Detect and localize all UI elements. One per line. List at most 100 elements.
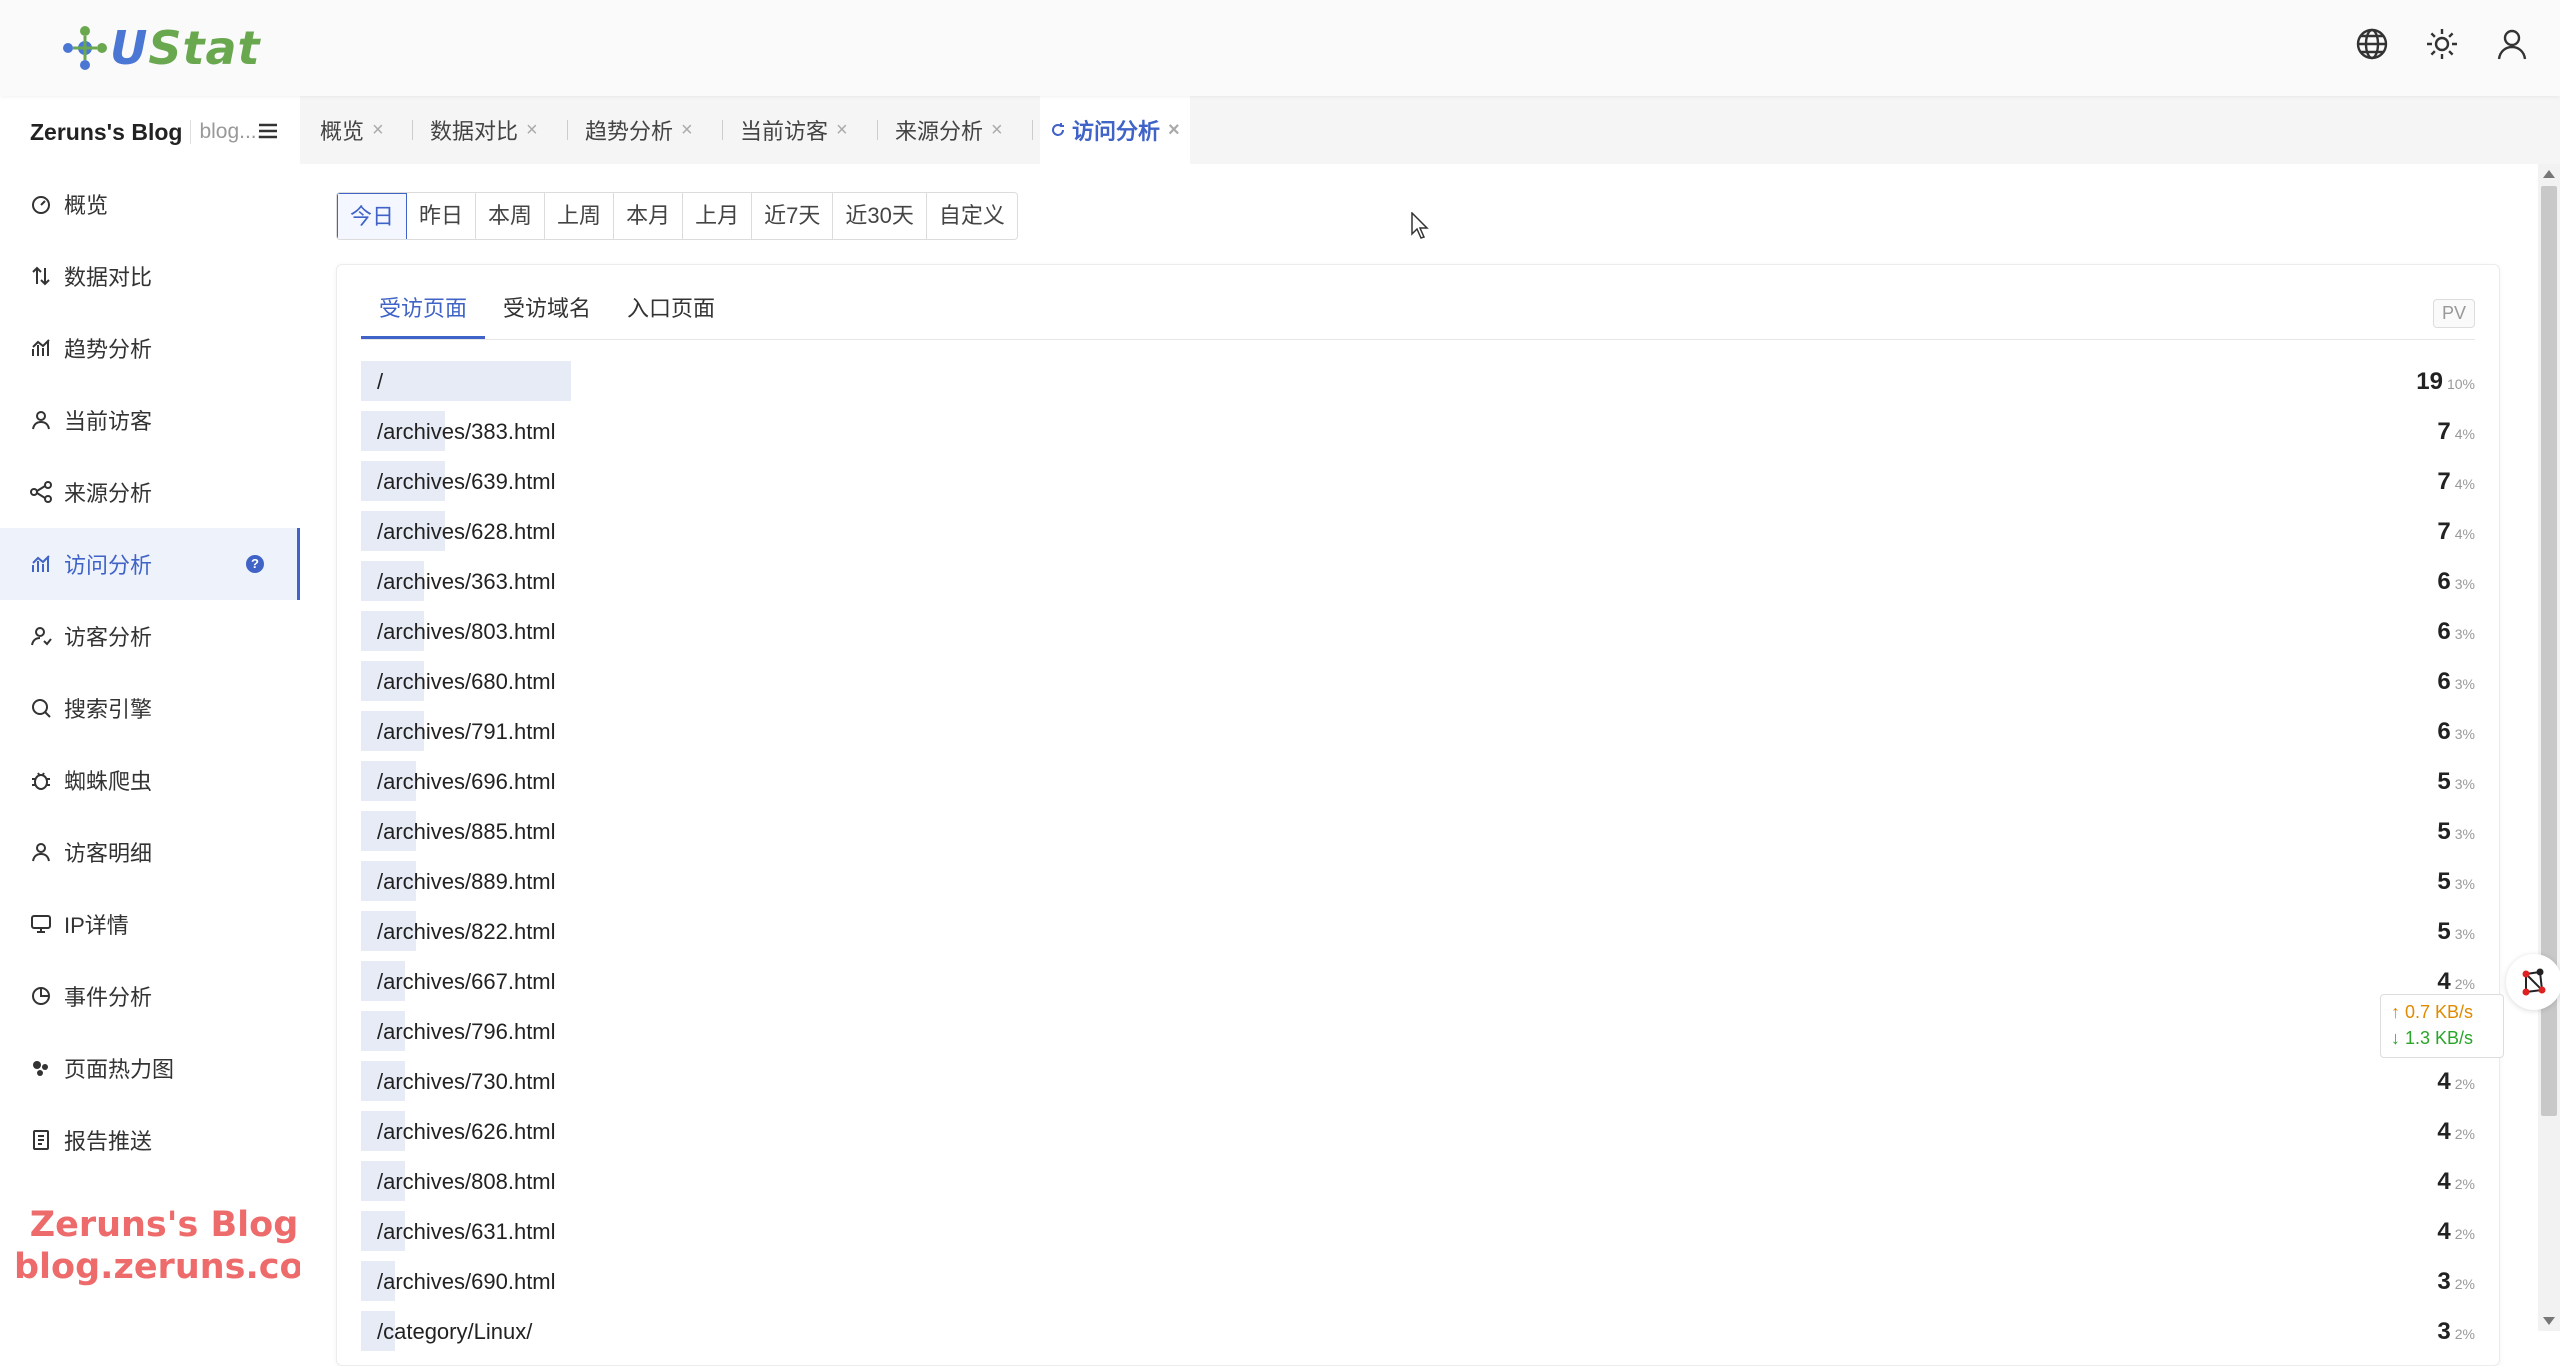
user-icon[interactable] bbox=[2494, 26, 2530, 62]
metric-badge[interactable]: PV bbox=[2432, 299, 2475, 328]
range-option-8[interactable]: 自定义 bbox=[926, 193, 1017, 239]
table-row[interactable]: /archives/822.html 5 3% bbox=[361, 907, 2475, 957]
table-row[interactable]: /archives/696.html 5 3% bbox=[361, 757, 2475, 807]
range-option-7[interactable]: 近30天 bbox=[833, 193, 927, 239]
close-icon[interactable]: × bbox=[681, 119, 693, 142]
sidebar-item-6[interactable]: 访客分析 bbox=[0, 600, 300, 672]
network-graph-icon bbox=[2522, 968, 2546, 996]
tab-2[interactable]: 趋势分析 × bbox=[575, 96, 703, 164]
range-option-4[interactable]: 本月 bbox=[614, 193, 684, 239]
sidebar-item-13[interactable]: 报告推送 bbox=[0, 1104, 300, 1176]
logo[interactable]: UStat bbox=[60, 18, 261, 78]
page-path[interactable]: /archives/822.html bbox=[377, 907, 556, 957]
subtab-2[interactable]: 入口页面 bbox=[609, 279, 733, 339]
sidebar-item-1[interactable]: 数据对比 bbox=[0, 240, 300, 312]
pv-count: 3 bbox=[2437, 1318, 2451, 1345]
sidebar-item-10[interactable]: IP详情 bbox=[0, 888, 300, 960]
table-row[interactable]: /archives/690.html 3 2% bbox=[361, 1257, 2475, 1307]
close-icon[interactable]: × bbox=[836, 119, 848, 142]
page-path[interactable]: /archives/803.html bbox=[377, 607, 556, 657]
page-path[interactable]: / bbox=[377, 357, 383, 407]
page-path[interactable]: /archives/730.html bbox=[377, 1057, 556, 1107]
page-path[interactable]: /category/Linux/ bbox=[377, 1307, 532, 1357]
sidebar-item-12[interactable]: 页面热力图 bbox=[0, 1032, 300, 1104]
page-scrollbar[interactable] bbox=[2538, 164, 2560, 1331]
sidebar-item-3[interactable]: 当前访客 bbox=[0, 384, 300, 456]
page-path[interactable]: /archives/791.html bbox=[377, 707, 556, 757]
page-path[interactable]: /archives/808.html bbox=[377, 1157, 556, 1207]
tab-1[interactable]: 数据对比 × bbox=[420, 96, 548, 164]
sidebar-menu: 概览 数据对比 趋势分析 当前访客 来源分析 访问分析? 访客分析 搜索引擎 蜘蛛爬虫 访客明细 I… bbox=[0, 168, 300, 1176]
range-option-2[interactable]: 本周 bbox=[476, 193, 546, 239]
close-icon[interactable]: × bbox=[526, 119, 538, 142]
page-path[interactable]: /archives/680.html bbox=[377, 657, 556, 707]
page-path[interactable]: /archives/626.html bbox=[377, 1107, 556, 1157]
table-row[interactable]: / 19 10% bbox=[361, 357, 2475, 407]
sidebar-item-11[interactable]: 事件分析 bbox=[0, 960, 300, 1032]
tab-3[interactable]: 当前访客 × bbox=[730, 96, 858, 164]
close-icon[interactable]: × bbox=[372, 119, 384, 142]
floating-assistant-button[interactable] bbox=[2506, 954, 2560, 1010]
range-option-5[interactable]: 上月 bbox=[683, 193, 753, 239]
sun-icon[interactable] bbox=[2424, 26, 2460, 62]
subtab-0[interactable]: 受访页面 bbox=[361, 279, 486, 339]
refresh-icon[interactable] bbox=[1050, 122, 1066, 138]
page-path[interactable]: /archives/628.html bbox=[377, 507, 556, 557]
range-option-3[interactable]: 上周 bbox=[545, 193, 615, 239]
report-card: 受访页面 受访域名 入口页面 PV /19 10%/archives/383.html… bbox=[336, 264, 2500, 1366]
page-path[interactable]: /archives/696.html bbox=[377, 757, 556, 807]
sidebar-item-9[interactable]: 访客明细 bbox=[0, 816, 300, 888]
page-path[interactable]: /archives/631.html bbox=[377, 1207, 556, 1257]
table-row[interactable]: /archives/667.html 4 2% bbox=[361, 957, 2475, 1007]
sidebar-item-4[interactable]: 来源分析 bbox=[0, 456, 300, 528]
page-path[interactable]: /archives/639.html bbox=[377, 457, 556, 507]
sidebar-item-5[interactable]: 访问分析? bbox=[0, 528, 300, 600]
scroll-up-icon[interactable] bbox=[2543, 170, 2555, 178]
range-option-6[interactable]: 近7天 bbox=[752, 193, 834, 239]
sidebar-item-8[interactable]: 蜘蛛爬虫 bbox=[0, 744, 300, 816]
tab-0[interactable]: 概览 × bbox=[310, 96, 394, 164]
table-row[interactable]: /category/Linux/3 2% bbox=[361, 1307, 2475, 1357]
page-path[interactable]: /archives/885.html bbox=[377, 807, 556, 857]
table-row[interactable]: /archives/885.html 5 3% bbox=[361, 807, 2475, 857]
tab-5[interactable]: 访问分析 × bbox=[1040, 96, 1190, 164]
range-option-0[interactable]: 今日 bbox=[337, 193, 408, 239]
table-row[interactable]: /archives/626.html 4 2% bbox=[361, 1107, 2475, 1157]
menu-toggle-icon[interactable] bbox=[258, 122, 278, 140]
table-row[interactable]: /archives/730.html 4 2% bbox=[361, 1057, 2475, 1107]
help-icon[interactable]: ? bbox=[246, 555, 264, 573]
page-path[interactable]: /archives/889.html bbox=[377, 857, 556, 907]
sidebar-item-label: 报告推送 bbox=[64, 1129, 153, 1154]
sidebar-item-2[interactable]: 趋势分析 bbox=[0, 312, 300, 384]
logo-text: UStat bbox=[110, 21, 261, 75]
subtab-1[interactable]: 受访域名 bbox=[485, 279, 609, 339]
table-row[interactable]: /archives/803.html 6 3% bbox=[361, 607, 2475, 657]
table-row[interactable]: /archives/680.html 6 3% bbox=[361, 657, 2475, 707]
page-path[interactable]: /archives/363.html bbox=[377, 557, 556, 607]
globe-icon[interactable] bbox=[2354, 26, 2390, 62]
close-icon[interactable]: × bbox=[991, 119, 1003, 142]
site-selector[interactable]: Zeruns's Blog blog.... bbox=[0, 96, 300, 168]
table-row[interactable]: /archives/808.html 4 2% bbox=[361, 1157, 2475, 1207]
table-row[interactable]: /archives/791.html 6 3% bbox=[361, 707, 2475, 757]
table-row[interactable]: /archives/628.html 7 4% bbox=[361, 507, 2475, 557]
table-row[interactable]: /archives/889.html 5 3% bbox=[361, 857, 2475, 907]
range-option-1[interactable]: 昨日 bbox=[407, 193, 477, 239]
sidebar-item-label: 事件分析 bbox=[64, 985, 153, 1010]
sidebar-item-0[interactable]: 概览 bbox=[0, 168, 300, 240]
top-header: UStat bbox=[0, 0, 2560, 96]
tab-4[interactable]: 来源分析 × bbox=[885, 96, 1013, 164]
close-icon[interactable]: × bbox=[1168, 119, 1180, 142]
table-row[interactable]: /archives/363.html 6 3% bbox=[361, 557, 2475, 607]
table-row[interactable]: /archives/631.html 4 2% bbox=[361, 1207, 2475, 1257]
table-row[interactable]: /archives/383.html 7 4% bbox=[361, 407, 2475, 457]
table-row[interactable]: /archives/639.html 7 4% bbox=[361, 457, 2475, 507]
scroll-down-icon[interactable] bbox=[2543, 1317, 2555, 1325]
sidebar-item-7[interactable]: 搜索引擎 bbox=[0, 672, 300, 744]
table-row[interactable]: /archives/796.html42% bbox=[361, 1007, 2475, 1057]
page-path[interactable]: /archives/667.html bbox=[377, 957, 556, 1007]
page-path[interactable]: /archives/796.html bbox=[377, 1007, 556, 1057]
page-path[interactable]: /archives/383.html bbox=[377, 407, 556, 457]
download-speed: ↓ 1.3 KB/s bbox=[2391, 1028, 2474, 1048]
page-path[interactable]: /archives/690.html bbox=[377, 1257, 556, 1307]
